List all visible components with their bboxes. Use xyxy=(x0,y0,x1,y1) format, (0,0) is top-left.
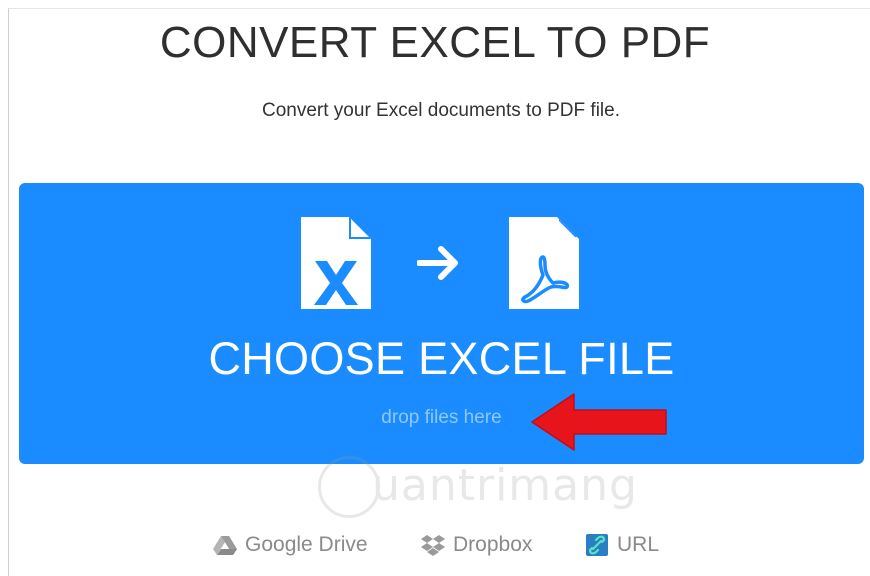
drop-files-hint: drop files here xyxy=(381,407,502,428)
dropbox-icon xyxy=(421,535,445,556)
page-subtitle: Convert your Excel documents to PDF file… xyxy=(262,100,620,121)
dropbox-button[interactable]: Dropbox xyxy=(421,530,532,560)
watermark-text: uantrimang xyxy=(372,460,638,511)
red-pointer-arrow-icon xyxy=(531,393,667,451)
dropbox-label: Dropbox xyxy=(453,533,533,556)
url-label: URL xyxy=(617,533,660,556)
watermark-logo-icon xyxy=(318,456,380,518)
pdf-file-icon xyxy=(509,217,579,309)
link-icon xyxy=(586,534,608,556)
page-title: CONVERT EXCEL TO PDF xyxy=(159,18,711,67)
url-button[interactable]: URL xyxy=(585,530,659,560)
excel-file-icon xyxy=(301,217,371,309)
watermark: uantrimang xyxy=(318,452,638,524)
google-drive-icon xyxy=(213,536,237,555)
google-drive-label: Google Drive xyxy=(245,533,368,556)
conversion-icons xyxy=(19,217,864,309)
cloud-sources: Google Drive Dropbox URL xyxy=(0,530,870,560)
google-drive-button[interactable]: Google Drive xyxy=(213,530,368,560)
file-drop-zone[interactable]: CHOOSE EXCEL FILE drop files here xyxy=(19,183,864,464)
choose-file-label[interactable]: CHOOSE EXCEL FILE xyxy=(19,333,864,385)
arrow-right-icon xyxy=(417,246,458,280)
